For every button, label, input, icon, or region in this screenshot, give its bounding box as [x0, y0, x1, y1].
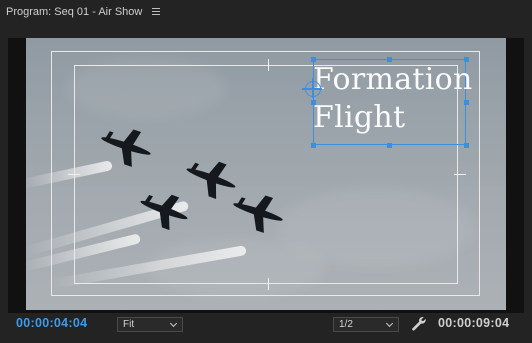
resize-handle[interactable]	[464, 143, 469, 148]
title-line-2: Flight	[313, 100, 406, 135]
chevron-down-icon	[169, 319, 178, 328]
wrench-icon[interactable]	[411, 316, 427, 332]
anchor-point-icon[interactable]	[302, 78, 322, 98]
resolution-value: 1/2	[339, 319, 353, 330]
resize-handle[interactable]	[387, 143, 392, 148]
center-mark-bottom	[268, 278, 269, 290]
hamburger-icon[interactable]	[152, 8, 162, 16]
center-mark-top	[268, 59, 269, 71]
playback-resolution-dropdown[interactable]: 1/2	[333, 317, 399, 332]
current-timecode[interactable]: 00:00:04:04	[16, 316, 87, 330]
video-frame[interactable]: Formation Flight	[26, 38, 506, 310]
center-mark-right	[454, 174, 466, 175]
duration-timecode: 00:00:09:04	[438, 316, 510, 330]
title-text[interactable]: Formation Flight	[313, 61, 473, 137]
panel-title[interactable]: Program: Seq 01 - Air Show	[6, 6, 142, 18]
monitor-controls: 00:00:04:04 Fit 1/2 00:00:09:04	[0, 313, 532, 343]
panel-header: Program: Seq 01 - Air Show	[0, 0, 532, 24]
chevron-down-icon	[385, 319, 394, 328]
title-line-1: Formation	[313, 62, 473, 97]
zoom-level-value: Fit	[123, 319, 135, 330]
resize-handle[interactable]	[311, 143, 316, 148]
zoom-level-dropdown[interactable]: Fit	[117, 317, 183, 332]
program-monitor[interactable]: Formation Flight	[8, 38, 524, 313]
center-mark-left	[68, 174, 80, 175]
